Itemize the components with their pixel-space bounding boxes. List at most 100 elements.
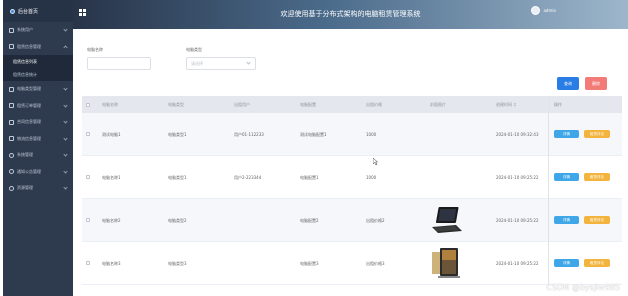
rent-comment-button[interactable]: 租赁评论 [584,259,610,267]
chevron-down-icon [63,135,68,141]
chevron-down-icon [63,152,68,157]
table-row: 电脑名称3 电脑类型3 电脑配置3 出租价格3 2024-01-10 09:25… [82,242,622,285]
cell-price: 1000 [366,175,377,180]
laptop-image [432,207,462,233]
cell-user: 用户01-112233 [234,132,264,137]
cell-name: 电脑名称2 [102,218,121,223]
cell-created: 2024-01-10 09:25:22 [496,261,539,266]
filter-name-label: 电脑名称 [87,47,103,52]
name-input[interactable] [87,57,151,70]
detail-button[interactable]: 详情 [554,130,579,138]
sidebar-item-label: 物流信息管理 [17,135,41,141]
table-header: 电脑名称 电脑类型 出租用户 电脑配置 出租价格 封面图片 创建时间 ↕ 操作 [82,96,622,113]
row-checkbox[interactable] [86,132,90,136]
sidebar-item-label: 通知公告管理 [17,168,41,174]
cell-user: 用户2-223344 [234,175,262,180]
tablet-image [432,248,460,278]
topbar: 欢迎使用基于分布式架构的电脑租赁管理系统 admin [73,0,628,29]
select-all-checkbox[interactable] [86,102,90,107]
row-checkbox[interactable] [86,218,90,222]
cell-price: 出租价格2 [366,218,385,223]
filter-name: 电脑名称 [87,47,151,70]
gear-icon [9,152,14,158]
chevron-down-icon [63,185,68,190]
filter-type: 电脑类型 请选择 [186,47,256,70]
info-icon [9,169,14,175]
cell-config: 电脑配置1 [300,175,319,180]
detail-button[interactable]: 详情 [554,173,579,181]
document-icon [9,103,14,109]
cell-price: 出租价格3 [366,261,385,266]
sidebar-item-system-users[interactable]: 系统用户 [3,22,73,39]
delete-button[interactable]: 删除 [585,77,607,90]
cell-type: 电脑类型3 [168,261,187,266]
chevron-down-icon [246,60,251,65]
sidebar-item-system[interactable]: 系统管理 [3,147,73,164]
detail-button[interactable]: 详情 [554,216,579,224]
sidebar-logo-label: 后台首页 [18,8,39,15]
app-window: 后台首页 系统用户 租赁信息管理 租赁信息列表 租赁信息统计 电脑类型管理 租赁… [0,0,628,296]
cell-name: 测试电脑1 [102,132,121,137]
filter-type-label: 电脑类型 [186,47,202,52]
document-icon [9,136,14,142]
chevron-down-icon [63,27,68,32]
watermark: CSDN @bysjlw985 [546,283,620,292]
sidebar-subitem-rental-list[interactable]: 租赁信息列表 [3,55,73,68]
sidebar-item-logistics[interactable]: 物流信息管理 [3,131,73,148]
sidebar-item-label: 租赁信息管理 [17,43,41,49]
rent-comment-button[interactable]: 租赁评论 [584,130,610,138]
main-content: 电脑名称 电脑类型 请选择 查询 删除 电脑名称 电脑类型 出租用户 电脑配置 … [73,29,628,296]
home-icon [10,8,15,14]
sidebar-item-label: 租赁信息列表 [13,58,37,64]
cell-config: 电脑配置3 [300,261,319,266]
row-checkbox[interactable] [86,175,90,179]
chevron-down-icon [63,86,68,91]
cell-type: 电脑类型2 [168,218,187,223]
cell-created: 2024-01-10 09:25:22 [496,218,539,223]
sidebar-item-notices[interactable]: 通知公告管理 [3,164,73,181]
mouse-cursor-icon [373,158,378,165]
detail-button[interactable]: 详情 [554,259,579,267]
type-select[interactable]: 请选择 [186,57,256,70]
rent-comment-button[interactable]: 租赁评论 [584,216,610,224]
cell-config: 电脑配置2 [300,218,319,223]
column-header: 电脑名称 [102,101,118,107]
chevron-down-icon [63,119,68,124]
sidebar-item-rental-info[interactable]: 租赁信息管理 [3,39,73,56]
sidebar-logo[interactable]: 后台首页 [3,0,73,22]
sidebar-item-rental-orders[interactable]: 租赁订单管理 [3,98,73,115]
type-select-placeholder: 请选择 [191,61,203,66]
rent-comment-button[interactable]: 租赁评论 [584,173,610,181]
user-menu[interactable]: admin [531,6,556,15]
table-row: 测试电脑1 电脑类型1 用户01-112233 测试电脑配置1 1000 202… [82,113,622,156]
sidebar-submenu: 租赁信息列表 租赁信息统计 [3,55,73,81]
sidebar-menu: 系统用户 租赁信息管理 租赁信息列表 租赁信息统计 电脑类型管理 租赁订单管理 … [3,22,73,197]
sidebar-item-resources[interactable]: 资源管理 [3,180,73,197]
column-header: 出租用户 [234,101,250,107]
table-row: 电脑名称1 电脑类型1 用户2-223344 电脑配置1 1000 2024-0… [82,156,622,199]
search-button[interactable]: 查询 [557,77,579,90]
row-checkbox[interactable] [86,261,90,265]
sidebar-item-label: 租赁信息统计 [13,71,37,77]
avatar [531,6,541,15]
cell-created: 2024-01-10 09:25:22 [496,175,539,180]
table-row: 电脑名称2 电脑类型2 电脑配置2 出租价格2 2024-01-10 09:25… [82,199,622,242]
sidebar-subitem-rental-stats[interactable]: 租赁信息统计 [3,68,73,81]
sidebar-item-contracts[interactable]: 合同信息管理 [3,114,73,131]
sidebar-item-label: 合同信息管理 [17,119,41,125]
column-header: 出租价格 [366,101,382,107]
column-header: 操作 [554,101,562,107]
sidebar-item-label: 电脑类型管理 [17,86,41,92]
operation-column-divider [548,96,549,285]
sidebar-item-computer-type[interactable]: 电脑类型管理 [3,81,73,98]
column-header-sortable[interactable]: 创建时间 ↕ [496,102,517,108]
cell-type: 电脑类型1 [168,175,187,180]
document-icon [9,44,14,50]
cell-config: 测试电脑配置1 [300,132,327,137]
cell-type: 电脑类型1 [168,132,187,137]
data-table: 电脑名称 电脑类型 出租用户 电脑配置 出租价格 封面图片 创建时间 ↕ 操作 … [82,96,622,285]
chevron-down-icon [63,168,68,174]
chevron-down-icon [63,102,68,108]
document-icon [9,86,14,92]
column-header: 电脑类型 [168,101,184,107]
